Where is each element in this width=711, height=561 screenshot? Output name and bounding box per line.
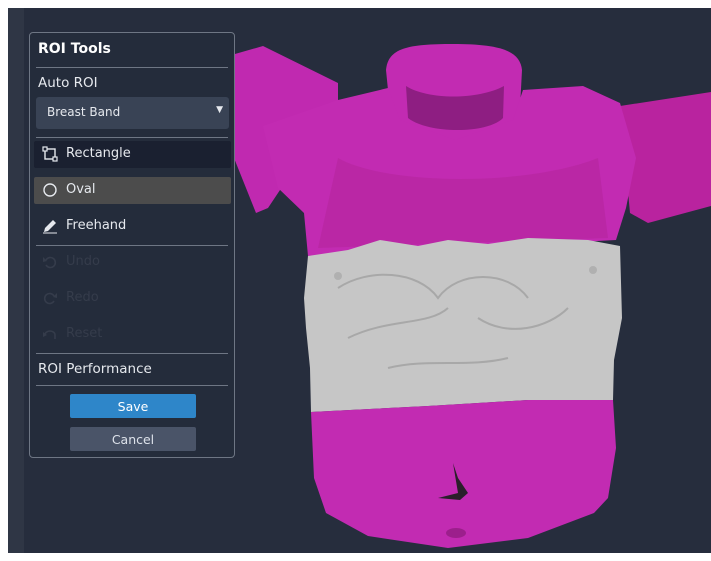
roi-tools-panel: ROI Tools Auto ROI Breast Band ▼ Rectang… [29,32,235,458]
freehand-tool-button[interactable]: Freehand [34,213,231,240]
navel [446,528,466,538]
redo-label: Redo [66,290,99,305]
redo-icon [43,292,57,305]
save-button[interactable]: Save [70,394,196,418]
divider [36,67,228,68]
caret-down-icon: ▼ [216,105,223,115]
freehand-tool-label: Freehand [66,218,127,233]
torso-lower [311,400,616,548]
redo-button[interactable]: Redo [34,285,231,312]
divider [36,137,228,138]
roi-band-nipple-right [589,266,597,274]
rectangle-select-icon [42,146,58,162]
reset-icon [43,330,56,339]
oval-tool-button[interactable]: Oval [34,177,231,204]
divider [36,385,228,386]
rectangle-tool-button[interactable]: Rectangle [34,141,231,168]
roi-band-nipple-left [334,272,342,280]
3d-viewport[interactable]: ROI Tools Auto ROI Breast Band ▼ Rectang… [8,8,711,553]
undo-icon [43,256,57,269]
reset-button[interactable]: Reset [34,321,231,348]
auto-roi-selected: Breast Band [47,105,121,119]
circle-icon [43,183,57,197]
divider [36,245,228,246]
auto-roi-dropdown[interactable]: Breast Band ▼ [36,97,229,129]
auto-roi-label: Auto ROI [38,75,98,91]
oval-tool-label: Oval [66,182,96,197]
divider [36,353,228,354]
rectangle-tool-label: Rectangle [66,146,131,161]
roi-band [304,238,622,412]
undo-label: Undo [66,254,100,269]
reset-label: Reset [66,326,103,341]
cancel-button[interactable]: Cancel [70,427,196,451]
undo-button[interactable]: Undo [34,249,231,276]
pencil-icon [43,220,57,234]
roi-performance-label: ROI Performance [38,361,152,377]
panel-title: ROI Tools [38,41,111,57]
